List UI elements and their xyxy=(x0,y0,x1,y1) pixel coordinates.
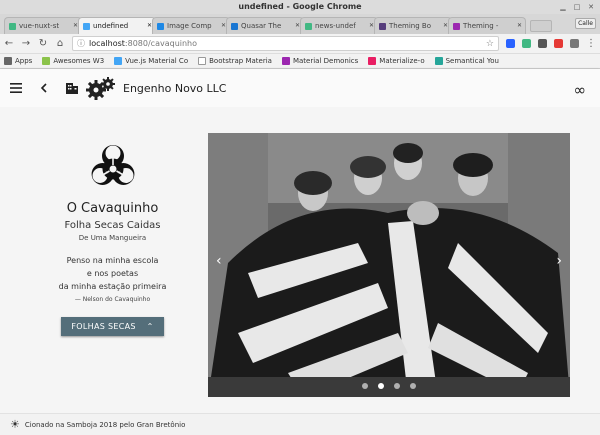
hero-subtitle: Folha Secas Caidas xyxy=(64,220,161,231)
extension-vue-devtools-icon[interactable] xyxy=(522,39,531,48)
browser-tab[interactable]: Theming Bo ✕ xyxy=(374,17,452,34)
forward-icon[interactable]: → xyxy=(21,38,31,49)
browser-tab[interactable]: news-undef ✕ xyxy=(300,17,378,34)
hero-title: O Cavaquinho xyxy=(66,201,159,216)
tab-favicon-icon xyxy=(305,22,312,30)
tab-close-icon[interactable]: ✕ xyxy=(517,18,522,34)
bookmark-item[interactable]: Vue.js Material Co xyxy=(114,57,188,65)
chevron-left-icon[interactable] xyxy=(36,80,52,96)
footer-text: Cionado na Samboja 2018 pelo Gran Bretôn… xyxy=(24,420,186,429)
tab-label: news-undef xyxy=(315,22,356,30)
carousel-prev-icon[interactable]: ‹ xyxy=(216,253,222,269)
extension-vue-icon[interactable] xyxy=(506,39,515,48)
main-content: O Cavaquinho Folha Secas Caidas De Uma M… xyxy=(0,107,600,413)
maximize-icon[interactable]: □ xyxy=(572,2,582,12)
bookmark-star-icon[interactable]: ☆ xyxy=(486,39,494,49)
new-tab-button[interactable] xyxy=(530,20,552,32)
folhas-secas-button[interactable]: FOLHAS SECAS ⌃ xyxy=(61,317,164,336)
carousel-dot[interactable] xyxy=(394,383,400,389)
tab-label: Image Comp xyxy=(167,22,212,30)
footer: ☀ Cionado na Samboja 2018 pelo Gran Bret… xyxy=(0,413,600,435)
sun-icon: ☀ xyxy=(10,418,20,431)
hero-subtitle-secondary: De Uma Mangueira xyxy=(78,234,147,242)
poem: Penso na minha escola e nos poetas da mi… xyxy=(40,254,185,293)
bookmark-favicon-icon xyxy=(281,57,290,65)
poem-line: da minha estação primeira xyxy=(58,282,167,291)
hero-text-column: O Cavaquinho Folha Secas Caidas De Uma M… xyxy=(40,135,185,336)
home-icon[interactable]: ⌂ xyxy=(55,38,65,49)
image-carousel[interactable]: ‹ › xyxy=(208,133,570,397)
bookmark-item[interactable]: Semantical You xyxy=(434,57,499,65)
bookmark-item[interactable]: Bootstrap Materia xyxy=(198,57,272,65)
tab-favicon-icon xyxy=(379,22,386,30)
gears-logo-icon xyxy=(86,76,116,100)
bookmark-item[interactable]: Awesomes W3 xyxy=(42,57,104,65)
reload-icon[interactable]: ↻ xyxy=(38,38,48,49)
tab-favicon-icon xyxy=(83,22,90,30)
tab-label: Quasar The xyxy=(241,22,282,30)
bookmark-favicon-icon xyxy=(368,57,377,65)
bookmark-favicon-icon xyxy=(114,57,123,65)
browser-tab[interactable]: Image Comp ✕ xyxy=(152,17,230,34)
bookmark-favicon-icon xyxy=(434,57,443,65)
tab-favicon-icon xyxy=(453,22,460,30)
tab-label: undefined xyxy=(93,22,129,30)
app-bar: Engenho Novo LLC ∞ xyxy=(0,69,600,107)
info-icon[interactable]: ⓘ xyxy=(77,38,85,49)
carousel-dot-active[interactable] xyxy=(378,383,384,389)
browser-tab[interactable]: Theming - ✕ xyxy=(448,17,526,34)
browser-title-bar: undefined - Google Chrome ▁ □ ✕ xyxy=(0,0,600,14)
bookmark-favicon-icon xyxy=(42,57,51,65)
bookmarks-bar: Apps Awesomes W3 Vue.js Material Co Boot… xyxy=(0,54,600,69)
url-path: :8080/cavaquinho xyxy=(124,39,198,48)
extension-tools-icon[interactable] xyxy=(554,39,563,48)
carousel-indicators xyxy=(208,383,570,389)
browser-tab[interactable]: Quasar The ✕ xyxy=(226,17,304,34)
biohazard-icon xyxy=(88,143,138,193)
profile-button[interactable]: Calle xyxy=(575,18,596,29)
button-label: FOLHAS SECAS xyxy=(71,322,136,331)
address-bar[interactable]: ⓘ localhost:8080/cavaquinho ☆ xyxy=(72,36,499,51)
carousel-dot[interactable] xyxy=(362,383,368,389)
extension-grid-icon[interactable] xyxy=(570,39,579,48)
browser-toolbar: ← → ↻ ⌂ ⓘ localhost:8080/cavaquinho ☆ ⋮ xyxy=(0,34,600,54)
browser-tab-active[interactable]: undefined ✕ xyxy=(78,17,156,34)
tab-favicon-icon xyxy=(157,22,164,30)
chevron-up-icon: ⌃ xyxy=(146,322,154,331)
bookmark-item[interactable]: Material Demonics xyxy=(281,57,358,65)
tab-label: Theming - xyxy=(463,22,499,30)
url-host: localhost xyxy=(89,39,125,48)
infinity-icon[interactable]: ∞ xyxy=(574,81,587,99)
apps-icon xyxy=(4,57,12,65)
chrome-menu-icon[interactable]: ⋮ xyxy=(586,38,596,49)
close-icon[interactable]: ✕ xyxy=(586,2,596,12)
poem-line: e nos poetas xyxy=(86,269,139,278)
poem-line: Penso na minha escola xyxy=(66,256,159,265)
browser-tab[interactable]: vue-nuxt-st ✕ xyxy=(4,17,82,34)
tab-favicon-icon xyxy=(9,22,16,30)
carousel-next-icon[interactable]: › xyxy=(556,253,562,269)
carousel-dot[interactable] xyxy=(410,383,416,389)
carousel-slide-image xyxy=(208,133,570,397)
business-icon[interactable] xyxy=(64,80,80,96)
brand-name: Engenho Novo LLC xyxy=(123,81,227,95)
bookmark-item[interactable]: Materialize-o xyxy=(368,57,425,65)
window-title: undefined - Google Chrome xyxy=(238,2,362,11)
tab-strip: vue-nuxt-st ✕ undefined ✕ Image Comp ✕ Quas… xyxy=(0,14,600,34)
tab-label: vue-nuxt-st xyxy=(19,22,60,30)
minimize-icon[interactable]: ▁ xyxy=(558,2,568,12)
menu-icon[interactable] xyxy=(8,80,24,96)
tab-label: Theming Bo xyxy=(389,22,431,30)
tab-favicon-icon xyxy=(231,22,238,30)
back-icon[interactable]: ← xyxy=(4,38,14,49)
extension-mail-icon[interactable] xyxy=(538,39,547,48)
bookmark-page-icon xyxy=(198,57,207,65)
poem-credit: — Nelson do Cavaquinho xyxy=(74,296,151,303)
bookmark-item[interactable]: Apps xyxy=(4,57,32,65)
